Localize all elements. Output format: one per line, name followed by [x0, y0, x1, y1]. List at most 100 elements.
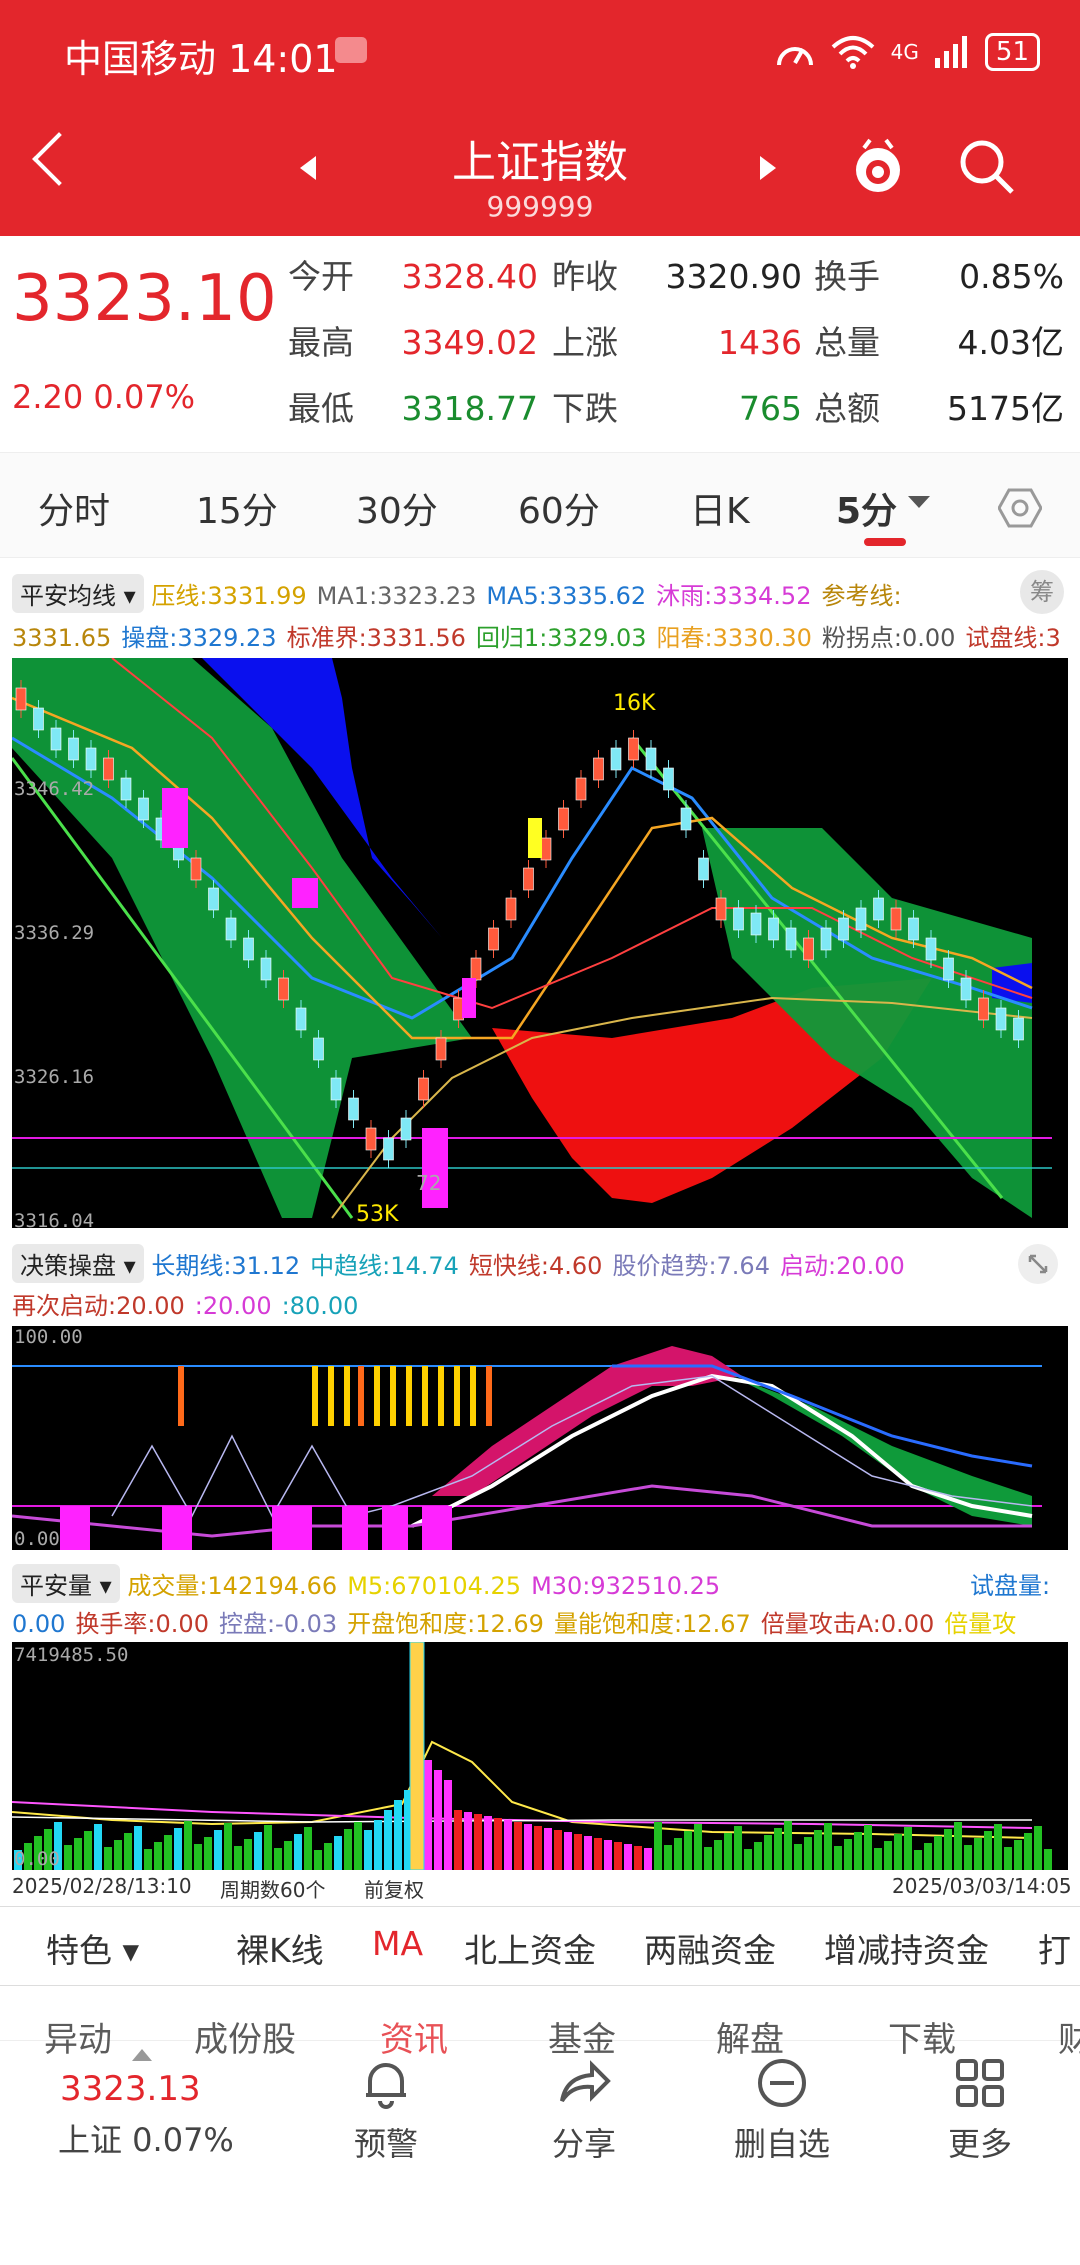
candle [540, 837, 552, 861]
candle [698, 857, 709, 881]
nav-more-label[interactable]: 更多 [900, 2119, 1060, 2165]
feature-tab-1[interactable]: 特色 ▾ [46, 1924, 139, 1972]
chip-distribution-button[interactable]: 筹 [1020, 570, 1064, 614]
volume-bar [504, 1820, 512, 1870]
volume-bar [104, 1847, 112, 1870]
vol-y-top: 7419485.50 [14, 1644, 129, 1666]
candle [330, 1077, 342, 1101]
share-icon[interactable] [556, 2055, 612, 2111]
candle [978, 997, 989, 1021]
feature-tab-7[interactable]: 打 [1038, 1924, 1071, 1972]
magenta-block [422, 1506, 452, 1550]
candle [785, 927, 797, 951]
volume-indicator-line1: 平安量 ▾ 成交量:142194.66 M5:670104.25 M30:93251… [12, 1564, 730, 1603]
remove-watchlist-icon[interactable] [754, 2055, 810, 2111]
indicator-value: :20.00 [194, 1292, 272, 1320]
indicator-selector[interactable]: 决策操盘 ▾ [12, 1244, 144, 1283]
indicator-selector[interactable]: 平安均线 ▾ [12, 574, 144, 613]
candle [925, 937, 937, 961]
volume-bar [944, 1829, 952, 1870]
volume-bar [614, 1842, 622, 1870]
feature-tab-3[interactable]: MA [372, 1924, 423, 1963]
feature-tab-5[interactable]: 两融资金 [644, 1924, 776, 1972]
nav-alert-label[interactable]: 预警 [306, 2119, 466, 2165]
tab-dropdown-icon[interactable] [908, 496, 930, 510]
y-label-3: 3326.16 [14, 1066, 95, 1088]
volume-bar [534, 1826, 542, 1870]
volume-bar [884, 1841, 892, 1870]
signal-bar [470, 1366, 476, 1426]
tab-5[interactable]: 日K [690, 482, 750, 534]
tab-4[interactable]: 60分 [518, 482, 600, 534]
feature-tab-4[interactable]: 北上资金 [464, 1924, 596, 1972]
feature-tab-6[interactable]: 增减持资金 [824, 1924, 989, 1972]
tab-6[interactable]: 5分 [836, 482, 897, 534]
back-icon[interactable] [32, 132, 86, 186]
nav-share-label[interactable]: 分享 [504, 2119, 664, 2165]
candle [558, 807, 569, 831]
volume-bar [824, 1823, 832, 1870]
search-icon[interactable] [958, 138, 1016, 196]
indicator-value: 参考线: [821, 582, 902, 610]
more-grid-icon[interactable] [952, 2055, 1008, 2111]
tab-1[interactable]: 分时 [38, 482, 110, 534]
signal-bar [454, 1366, 460, 1426]
indicator-value: 0.00 [12, 1610, 66, 1638]
mini-index-label[interactable]: 上证 0.07% [58, 2115, 234, 2161]
indicator-selector[interactable]: 平安量 ▾ [12, 1564, 120, 1603]
volume-bar [544, 1828, 552, 1870]
quote-label: 最高 [288, 323, 354, 362]
volume-bar [774, 1828, 782, 1870]
mini-price[interactable]: 3323.13 [60, 2069, 201, 2109]
hidden-tab-7: 财 [1058, 2020, 1080, 2060]
candle [15, 687, 27, 711]
candle [400, 1117, 412, 1141]
volume-bar [1034, 1826, 1042, 1870]
candle [103, 757, 114, 781]
candle [890, 907, 902, 931]
next-stock-icon[interactable] [760, 156, 776, 180]
volume-bar [1024, 1833, 1032, 1870]
prev-stock-icon[interactable] [300, 156, 316, 180]
volume-bar [374, 1820, 382, 1870]
volume-bar [214, 1830, 222, 1870]
hidden-tab-6: 下载 [888, 2020, 956, 2060]
expand-icon[interactable] [1016, 1242, 1060, 1286]
decision-chart[interactable] [12, 1326, 1068, 1550]
volume-bar [784, 1821, 792, 1870]
volume-bar [674, 1838, 682, 1870]
indicator-value: 短快线:4.60 [468, 1252, 603, 1280]
tab-3[interactable]: 30分 [356, 482, 438, 534]
status-icons: 4G 51 [775, 30, 1040, 74]
bell-icon[interactable] [358, 2055, 414, 2111]
volume-bar [524, 1824, 532, 1870]
feature-tab-2[interactable]: 裸K线 [236, 1924, 324, 1972]
speed-icon [776, 47, 813, 66]
tab-2[interactable]: 15分 [196, 482, 278, 534]
volume-bar [514, 1822, 522, 1870]
candle [838, 917, 849, 941]
candle [628, 737, 639, 761]
volume-bar [694, 1824, 702, 1870]
candle [680, 807, 692, 831]
volume-chart[interactable] [12, 1642, 1068, 1870]
signal-block [528, 818, 542, 858]
indicator-value: 成交量:142194.66 [127, 1572, 338, 1600]
robot-assistant-icon[interactable] [848, 136, 908, 196]
volume-bar [384, 1810, 392, 1870]
settings-hex-icon[interactable] [998, 486, 1042, 530]
hidden-tab-2: 成份股 [194, 2020, 296, 2060]
volume-bar [204, 1837, 212, 1870]
volume-bar [974, 1838, 982, 1870]
candle [225, 917, 237, 941]
collapse-up-icon[interactable] [132, 2049, 152, 2061]
candlestick-chart[interactable]: 16K 53K 72 [12, 658, 1068, 1228]
decision-indicator-line2: 再次启动:20.00:20.00:80.00 [12, 1286, 368, 1321]
candle [995, 1007, 1007, 1031]
nav-remove-label[interactable]: 删自选 [702, 2119, 862, 2165]
high-volume-annotation: 16K [613, 691, 656, 716]
volume-bar [804, 1837, 812, 1870]
indicator-value: 粉拐点:0.00 [821, 624, 956, 652]
trial-volume-label: 试盘量: [970, 1572, 1051, 1600]
quote-value: 3318.77 [401, 389, 538, 428]
